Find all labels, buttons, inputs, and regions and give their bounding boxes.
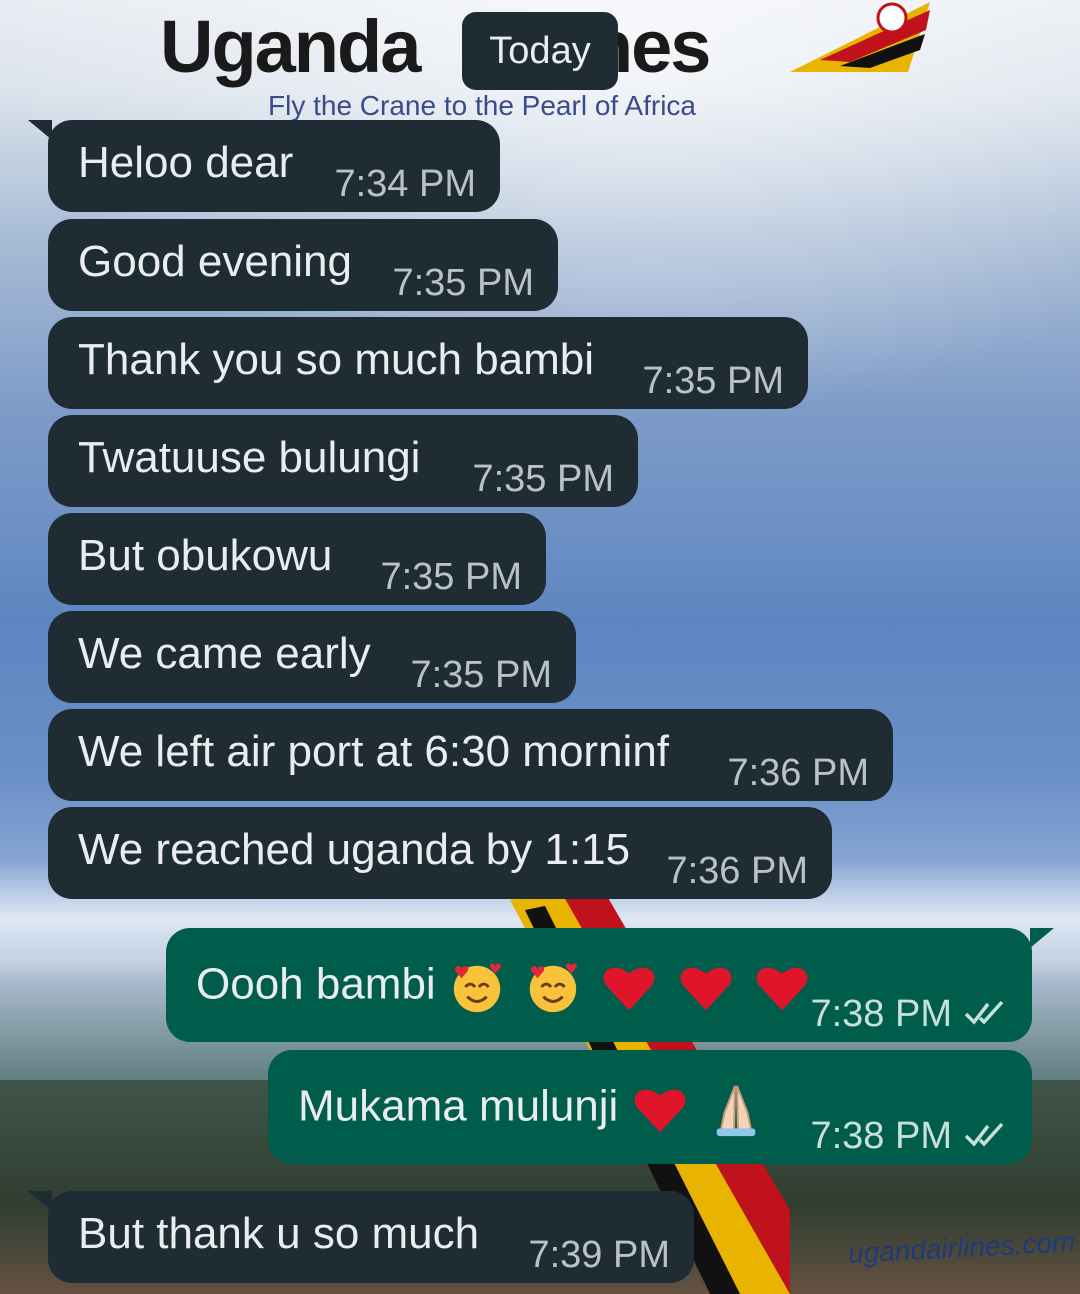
message-time: 7:38 PM	[810, 993, 952, 1035]
message-time: 7:36 PM	[666, 850, 808, 892]
message-text: Twatuuse bulungi	[78, 433, 421, 482]
message-time: 7:35 PM	[472, 458, 614, 500]
message-text-row: Oooh bambi	[196, 958, 817, 1016]
message-text: But obukowu	[78, 531, 333, 580]
message-bubble-incoming[interactable]: Thank you so much bambi 7:35 PM	[48, 317, 808, 409]
message-bubble-incoming[interactable]: Twatuuse bulungi 7:35 PM	[48, 415, 638, 507]
message-bubble-incoming[interactable]: Good evening 7:35 PM	[48, 219, 558, 311]
date-divider: Today	[462, 12, 618, 90]
message-bubble-incoming[interactable]: But thank u so much 7:39 PM	[48, 1191, 694, 1283]
double-check-read-icon	[964, 1122, 1004, 1147]
red-heart-icon	[680, 967, 732, 1011]
message-time: 7:38 PM	[810, 1115, 952, 1157]
red-heart-icon	[634, 1089, 686, 1133]
message-text-row: Mukama mulunji	[298, 1080, 771, 1138]
message-bubble-incoming[interactable]: But obukowu 7:35 PM	[48, 513, 546, 605]
double-check-read-icon	[964, 1000, 1004, 1025]
message-text: Mukama mulunji	[298, 1081, 619, 1131]
message-bubble-incoming[interactable]: Heloo dear 7:34 PM	[48, 120, 500, 212]
message-bubble-incoming[interactable]: We reached uganda by 1:15 7:36 PM	[48, 807, 832, 899]
message-time: 7:35 PM	[392, 262, 534, 304]
message-text: But thank u so much	[78, 1209, 480, 1258]
message-time: 7:36 PM	[727, 752, 869, 794]
message-text: Oooh bambi	[196, 959, 436, 1009]
smiling-face-with-hearts-icon	[453, 963, 501, 1013]
message-text: Thank you so much bambi	[78, 335, 595, 384]
crane-tail-logo-icon	[790, 2, 930, 72]
wallpaper-brand-tagline: Fly the Crane to the Pearl of Africa	[268, 90, 696, 121]
message-bubble-incoming[interactable]: We left air port at 6:30 morninf 7:36 PM	[48, 709, 893, 801]
bubble-tail	[1030, 928, 1054, 948]
message-time: 7:34 PM	[334, 163, 476, 205]
message-bubble-incoming[interactable]: We came early 7:35 PM	[48, 611, 576, 703]
red-heart-icon	[756, 967, 808, 1011]
red-heart-icon	[603, 967, 655, 1011]
smiling-face-with-hearts-icon	[529, 963, 578, 1013]
message-time: 7:35 PM	[642, 360, 784, 402]
message-time: 7:35 PM	[380, 556, 522, 598]
message-text: We left air port at 6:30 morninf	[78, 727, 670, 776]
message-text: We came early	[78, 629, 371, 678]
message-time: 7:39 PM	[528, 1234, 670, 1276]
message-bubble-outgoing[interactable]: Oooh bambi 7:38 PM	[166, 928, 1032, 1042]
wallpaper-brand-title: Uganda ines	[160, 5, 711, 88]
message-text: Good evening	[78, 237, 352, 286]
message-text: Heloo dear	[78, 138, 294, 187]
folded-hands-icon	[716, 1085, 756, 1137]
message-time: 7:35 PM	[410, 654, 552, 696]
message-bubble-outgoing[interactable]: Mukama mulunji 7:38 PM	[268, 1050, 1032, 1164]
message-text: We reached uganda by 1:15	[78, 825, 631, 874]
